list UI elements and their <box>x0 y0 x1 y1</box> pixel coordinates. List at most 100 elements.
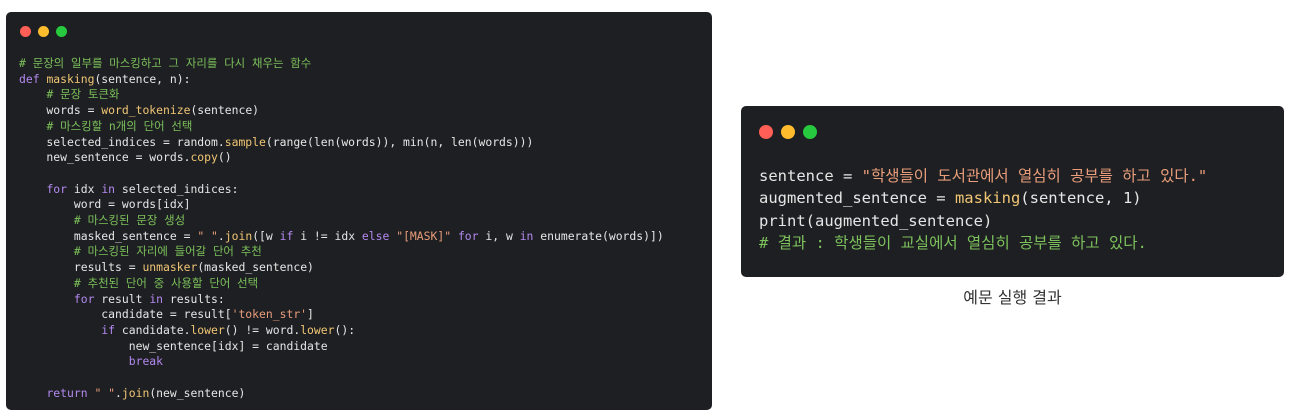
code-token-string: "[MASK]" <box>396 228 452 243</box>
code-token-comment: # 마스킹된 자리에 들어갈 단어 추천 <box>73 244 262 259</box>
code-token-plain: words = <box>19 103 102 118</box>
code-token-string: 'token_str' <box>231 307 308 322</box>
code-token-plain: sentence = <box>759 167 862 185</box>
code-token-comment: # 문장 토큰화 <box>46 87 120 102</box>
code-block: # 문장의 일부를 마스킹하고 그 자리를 다시 채우는 함수 def mask… <box>19 56 664 401</box>
code-token-plain: augmented_sentence = <box>759 189 955 208</box>
code-token-function: join <box>121 385 150 400</box>
code-line: for idx in selected_indices: <box>19 182 238 196</box>
code-token-plain: (range(len(words)), min(n, len(words))) <box>265 134 534 149</box>
code-token-plain: i != idx <box>293 228 362 243</box>
code-token-keyword: for <box>457 228 479 243</box>
code-token-comment: # 마스킹된 문장 생성 <box>73 213 186 228</box>
code-line: # 추천된 단어 중 사용할 단어 선택 <box>19 276 258 290</box>
code-token-plain: (masked_sentence) <box>197 260 314 275</box>
close-dot-icon <box>759 125 773 139</box>
code-token-plain: ] <box>307 307 314 322</box>
code-token-plain: word = words[idx] <box>19 197 191 212</box>
code-token-plain: selected_indices = random. <box>19 134 225 149</box>
code-token-keyword: return <box>46 385 88 400</box>
code-token-function: masking <box>46 71 95 86</box>
minimize-dot-icon <box>781 125 795 139</box>
code-line: new_sentence[idx] = candidate <box>19 339 328 353</box>
code-token-keyword: for <box>46 181 68 196</box>
code-line: # 마스킹할 n개의 단어 선택 <box>19 119 192 133</box>
maximize-dot-icon <box>56 26 67 37</box>
code-line: return " ".join(new_sentence) <box>19 386 245 400</box>
code-token-plain: () <box>217 150 232 165</box>
code-token-comment: # 마스킹할 n개의 단어 선택 <box>46 118 193 133</box>
code-token-plain: masked_sentence = <box>19 228 198 243</box>
code-line: for result in results: <box>19 292 225 306</box>
code-token-plain: () != word. <box>224 322 301 337</box>
code-line: results = unmasker(masked_sentence) <box>19 260 314 274</box>
code-token-plain: i, w <box>478 228 520 243</box>
code-token-function: word_tokenize <box>101 103 191 118</box>
code-token-plain: print(augmented_sentence) <box>759 211 993 230</box>
code-token-plain: new_sentence = words. <box>19 150 191 165</box>
code-token-plain: . <box>115 385 122 400</box>
code-token-plain: ([w <box>252 228 280 243</box>
code-token-function: lower <box>300 322 335 337</box>
code-token-function: join <box>224 228 253 243</box>
code-line: # 결과 : 학생들이 교실에서 열심히 공부를 하고 있다. <box>759 234 1147 252</box>
code-token-plain: selected_indices: <box>115 181 239 196</box>
code-token-function: masking <box>954 189 1021 208</box>
minimize-dot-icon <box>38 26 49 37</box>
code-token-plain: (sentence) <box>190 103 260 118</box>
code-token-plain: (sentence, 1) <box>1020 189 1142 208</box>
code-token-comment: # 추천된 단어 중 사용할 단어 선택 <box>73 275 259 290</box>
code-token-plain: idx <box>67 181 102 196</box>
code-token-string: " " <box>197 228 218 243</box>
code-token-keyword: for <box>73 291 95 306</box>
maximize-dot-icon <box>803 125 817 139</box>
code-token-function: sample <box>224 134 266 149</box>
example-code-block: sentence = "학생들이 도서관에서 열심히 공부를 하고 있다." a… <box>759 165 1207 254</box>
window-controls <box>759 125 817 139</box>
code-token-function: copy <box>190 150 218 165</box>
example-window: sentence = "학생들이 도서관에서 열심히 공부를 하고 있다." a… <box>741 106 1284 277</box>
code-line: words = word_tokenize(sentence) <box>19 103 259 117</box>
code-token-plain: (sentence, n): <box>94 71 191 86</box>
code-token-plain: (new_sentence) <box>149 385 246 400</box>
code-line: # 문장 토큰화 <box>19 87 119 101</box>
code-window: # 문장의 일부를 마스킹하고 그 자리를 다시 채우는 함수 def mask… <box>6 12 712 410</box>
code-line: word = words[idx] <box>19 197 191 212</box>
code-token-plain: enumerate(words)]) <box>533 228 664 243</box>
code-line: candidate = result['token_str'] <box>19 307 314 321</box>
code-line: augmented_sentence = masking(sentence, 1… <box>759 189 1142 207</box>
code-token-function: lower <box>190 322 225 337</box>
code-token-keyword: in <box>101 181 116 196</box>
code-line: # 문장의 일부를 마스킹하고 그 자리를 다시 채우는 함수 <box>19 56 311 70</box>
code-token-plain: candidate = result[ <box>19 307 232 322</box>
code-token-plain: candidate. <box>115 322 191 337</box>
code-token-comment: # 결과 : 학생들이 교실에서 열심히 공부를 하고 있다. <box>759 233 1147 252</box>
code-line: sentence = "학생들이 도서관에서 열심히 공부를 하고 있다." <box>759 167 1207 185</box>
code-token-string: " " <box>94 385 116 400</box>
code-token-keyword: break <box>128 354 164 369</box>
code-line: def masking(sentence, n): <box>19 72 190 86</box>
code-token-comment: # 문장의 일부를 마스킹하고 그 자리를 다시 채우는 함수 <box>19 56 312 70</box>
code-token-keyword: def <box>19 71 47 86</box>
code-token-plain: . <box>217 228 225 243</box>
code-token-function: unmasker <box>142 260 198 275</box>
window-controls <box>20 26 67 37</box>
code-line: print(augmented_sentence) <box>759 212 992 230</box>
code-line: # 마스킹된 자리에 들어갈 단어 추천 <box>19 244 262 258</box>
close-dot-icon <box>20 26 31 37</box>
code-line: if candidate.lower() != word.lower(): <box>19 323 355 337</box>
code-token-keyword: else <box>361 228 390 243</box>
code-token-plain: results: <box>163 291 225 306</box>
code-line: new_sentence = words.copy() <box>19 150 232 165</box>
